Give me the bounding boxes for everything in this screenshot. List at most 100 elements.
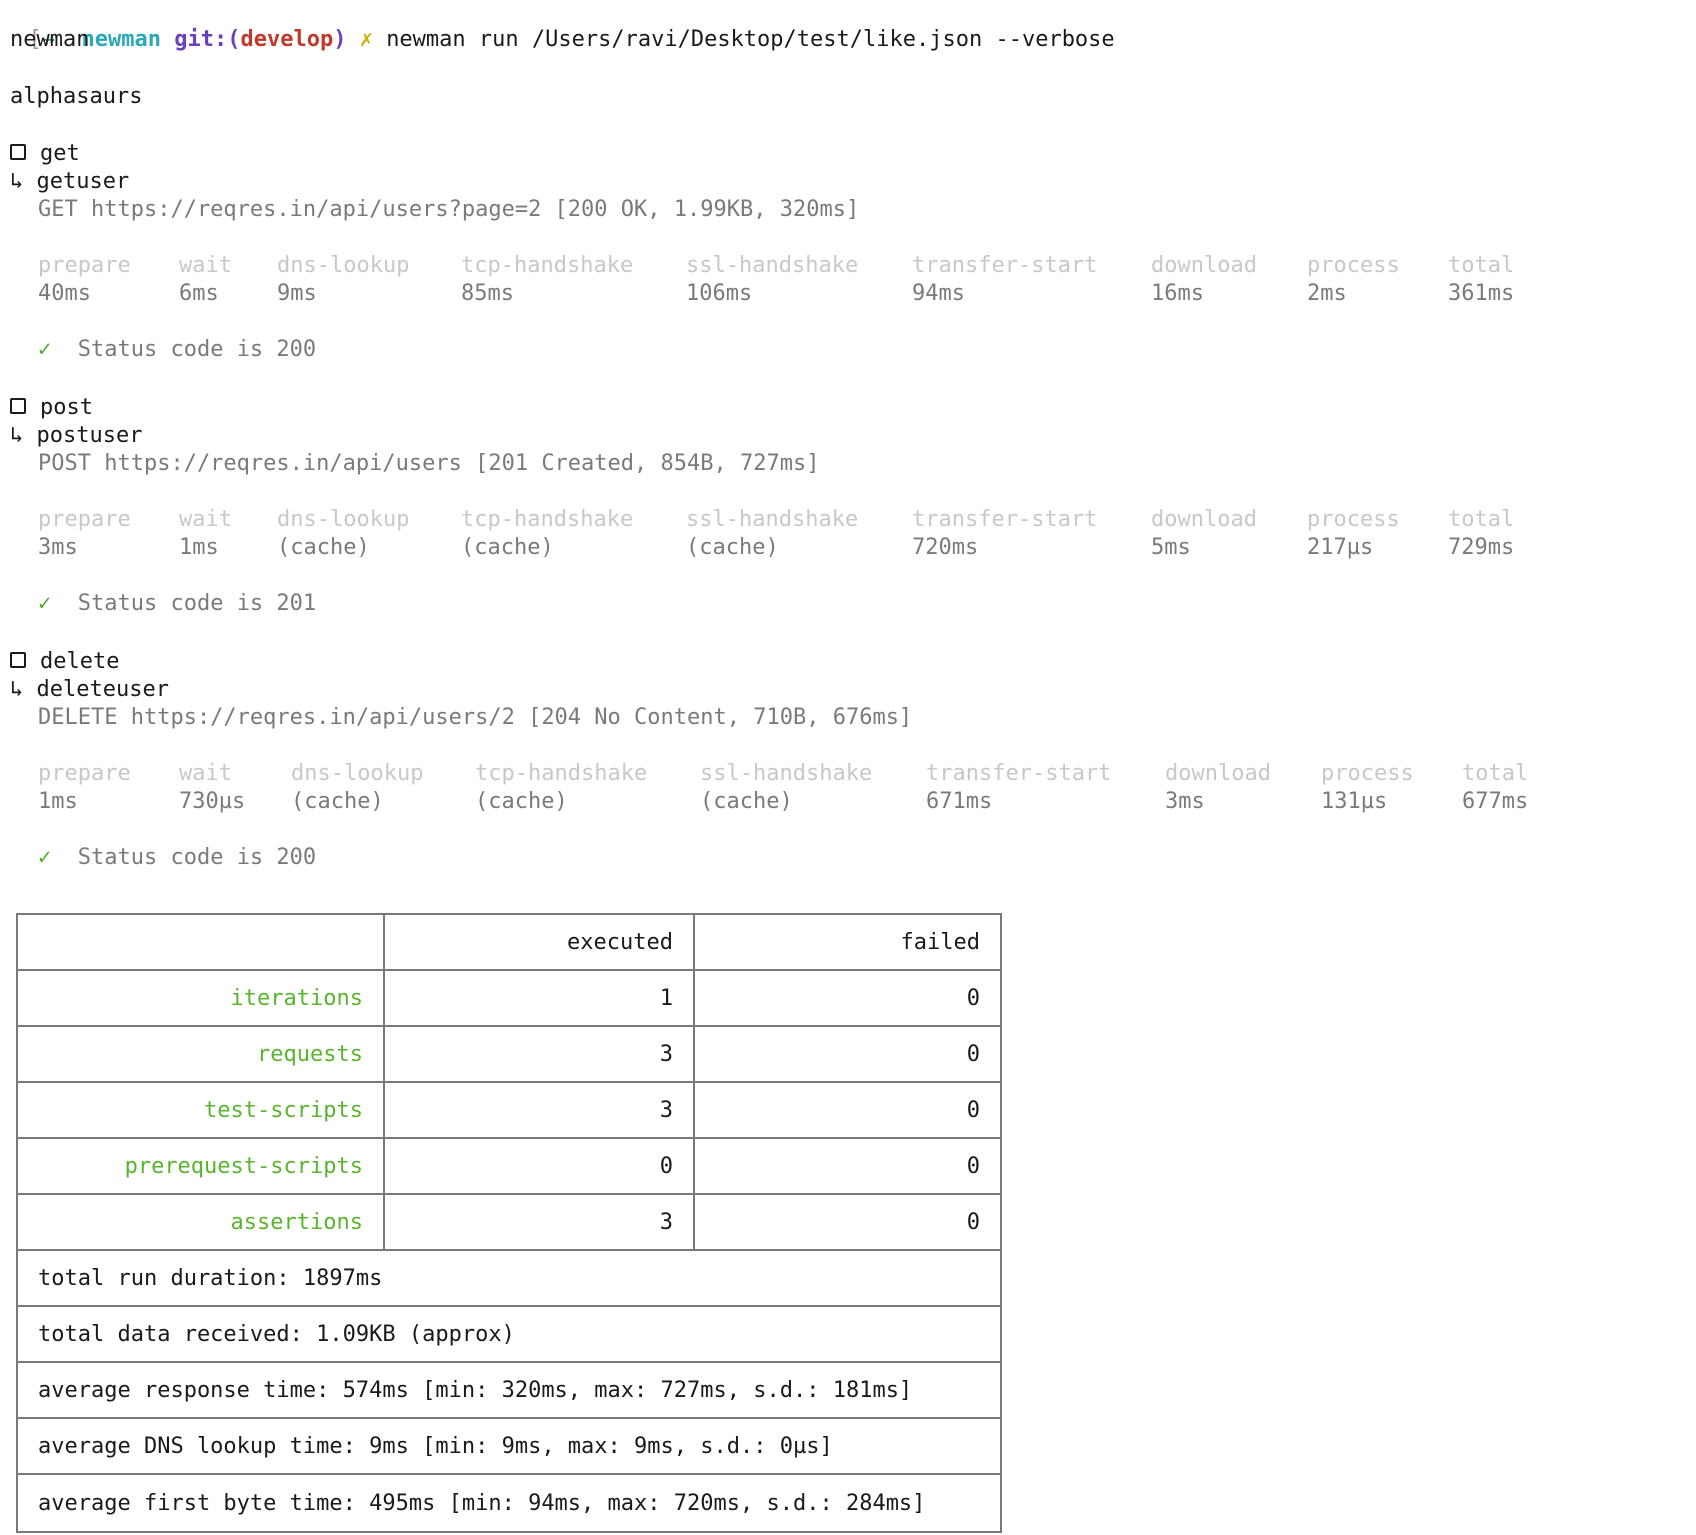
timing-label: prepare: [38, 507, 131, 532]
summary-stat-row: total run duration: 1897ms: [18, 1251, 1000, 1307]
timing-value: 3ms: [38, 535, 78, 560]
summary-row-executed: 3: [385, 1195, 695, 1249]
timing-value: 16ms: [1151, 281, 1204, 306]
prompt-line: [→ newman git:(develop) ✗ newman run /Us…: [2, 0, 1115, 52]
summary-row-failed: 0: [966, 985, 980, 1011]
timing-label: total: [1462, 761, 1529, 786]
command-text: newman run /Users/ravi/Desktop/test/like…: [386, 27, 1115, 52]
request-name: postuser: [36, 423, 143, 448]
timing-value: 361ms: [1448, 281, 1515, 306]
folder-line: delete: [10, 648, 119, 676]
timing-value: 5ms: [1151, 535, 1191, 560]
folder-name: delete: [40, 649, 120, 674]
timing-label: download: [1165, 761, 1271, 786]
timing-value: (cache): [686, 535, 779, 560]
timing-label: prepare: [38, 761, 131, 786]
summary-row-failed: 0: [966, 1097, 980, 1123]
timing-value: 6ms: [179, 281, 219, 306]
timing-value: 131µs: [1321, 789, 1388, 814]
timing-value: (cache): [277, 535, 370, 560]
request-summary: DELETE https://reqres.in/api/users/2 [20…: [38, 705, 913, 730]
folder-name: get: [40, 141, 80, 166]
summary-stat-row: average response time: 574ms [min: 320ms…: [18, 1363, 1000, 1419]
timing-label: process: [1307, 507, 1400, 532]
timing-value: 730µs: [179, 789, 246, 814]
summary-row-label: assertions: [18, 1195, 385, 1249]
summary-row-executed: 1: [385, 971, 695, 1025]
prompt-directory: newman: [81, 27, 161, 52]
summary-stat-row: total data received: 1.09KB (approx): [18, 1307, 1000, 1363]
request-summary: POST https://reqres.in/api/users [201 Cr…: [38, 451, 820, 476]
timing-value: 3ms: [1165, 789, 1205, 814]
timing-value: 9ms: [277, 281, 317, 306]
timing-value: 1ms: [38, 789, 78, 814]
timing-value: 677ms: [1462, 789, 1529, 814]
collection-name: alphasaurs: [10, 84, 143, 109]
summary-stat-text: average response time: 574ms [min: 320ms…: [38, 1377, 913, 1403]
git-branch: develop: [240, 27, 334, 52]
assertion-line: ✓ Status code is 200: [38, 336, 316, 364]
timing-label: dns-lookup: [277, 507, 410, 532]
request-arrow-icon: ↳: [10, 677, 37, 702]
timing-label: download: [1151, 253, 1257, 278]
summary-stat-text: total data received: 1.09KB (approx): [38, 1321, 515, 1347]
timing-label: tcp-handshake: [461, 507, 634, 532]
summary-row: test-scripts 3 0: [18, 1083, 1000, 1139]
summary-row-label: test-scripts: [18, 1083, 385, 1137]
check-icon: ✓: [38, 337, 52, 362]
summary-row-executed: 3: [385, 1083, 695, 1137]
timing-label: wait: [179, 507, 232, 532]
timing-value: 720ms: [912, 535, 979, 560]
summary-header-blank: [18, 915, 385, 969]
summary-row-failed: 0: [966, 1153, 980, 1179]
timing-label: transfer-start: [912, 253, 1098, 278]
request-line: ↳ getuser: [10, 168, 129, 196]
summary-stat-text: average DNS lookup time: 9ms [min: 9ms, …: [38, 1433, 833, 1459]
summary-table: executed failed iterations 1 0 requests 3 0 te…: [16, 913, 1002, 1533]
timing-label: transfer-start: [912, 507, 1098, 532]
timing-value: 106ms: [686, 281, 753, 306]
assertion-line: ✓ Status code is 201: [38, 590, 316, 618]
timing-value: 40ms: [38, 281, 91, 306]
request-name: getuser: [36, 169, 130, 194]
timing-value: (cache): [461, 535, 554, 560]
summary-stat-row: average first byte time: 495ms [min: 94m…: [18, 1475, 1000, 1531]
summary-stat-text: average first byte time: 495ms [min: 94m…: [38, 1490, 926, 1516]
timing-label: transfer-start: [926, 761, 1112, 786]
check-icon: ✓: [38, 591, 52, 616]
timing-label: process: [1321, 761, 1414, 786]
timing-label: tcp-handshake: [461, 253, 634, 278]
summary-row: requests 3 0: [18, 1027, 1000, 1083]
timing-value: (cache): [291, 789, 384, 814]
timing-label: total: [1448, 253, 1515, 278]
summary-row-executed: 3: [385, 1027, 695, 1081]
summary-row: assertions 3 0: [18, 1195, 1000, 1251]
assertion-line: ✓ Status code is 200: [38, 844, 316, 872]
folder-icon: [10, 398, 26, 414]
timing-label: ssl-handshake: [686, 253, 859, 278]
app-name: newman: [10, 27, 90, 52]
summary-header-row: executed failed: [18, 915, 1000, 971]
timing-label: download: [1151, 507, 1257, 532]
timing-label: process: [1307, 253, 1400, 278]
timing-value: (cache): [475, 789, 568, 814]
request-summary: GET https://reqres.in/api/users?page=2 […: [38, 197, 860, 222]
request-arrow-icon: ↳: [10, 423, 37, 448]
request-arrow-icon: ↳: [10, 169, 37, 194]
assertion-text: Status code is 200: [77, 337, 317, 362]
timing-label: prepare: [38, 253, 131, 278]
summary-row-label: requests: [18, 1027, 385, 1081]
timing-label: tcp-handshake: [475, 761, 648, 786]
timing-value: 729ms: [1448, 535, 1515, 560]
summary-row-label: prerequest-scripts: [18, 1139, 385, 1193]
timing-label: dns-lookup: [291, 761, 424, 786]
request-line: ↳ postuser: [10, 422, 142, 450]
summary-row: prerequest-scripts 0 0: [18, 1139, 1000, 1195]
folder-icon: [10, 144, 26, 160]
folder-line: post: [10, 394, 93, 422]
summary-stat-text: total run duration: 1897ms: [38, 1265, 383, 1291]
timing-value: 85ms: [461, 281, 514, 306]
request-line: ↳ deleteuser: [10, 676, 169, 704]
folder-line: get: [10, 140, 80, 168]
folder-icon: [10, 652, 26, 668]
